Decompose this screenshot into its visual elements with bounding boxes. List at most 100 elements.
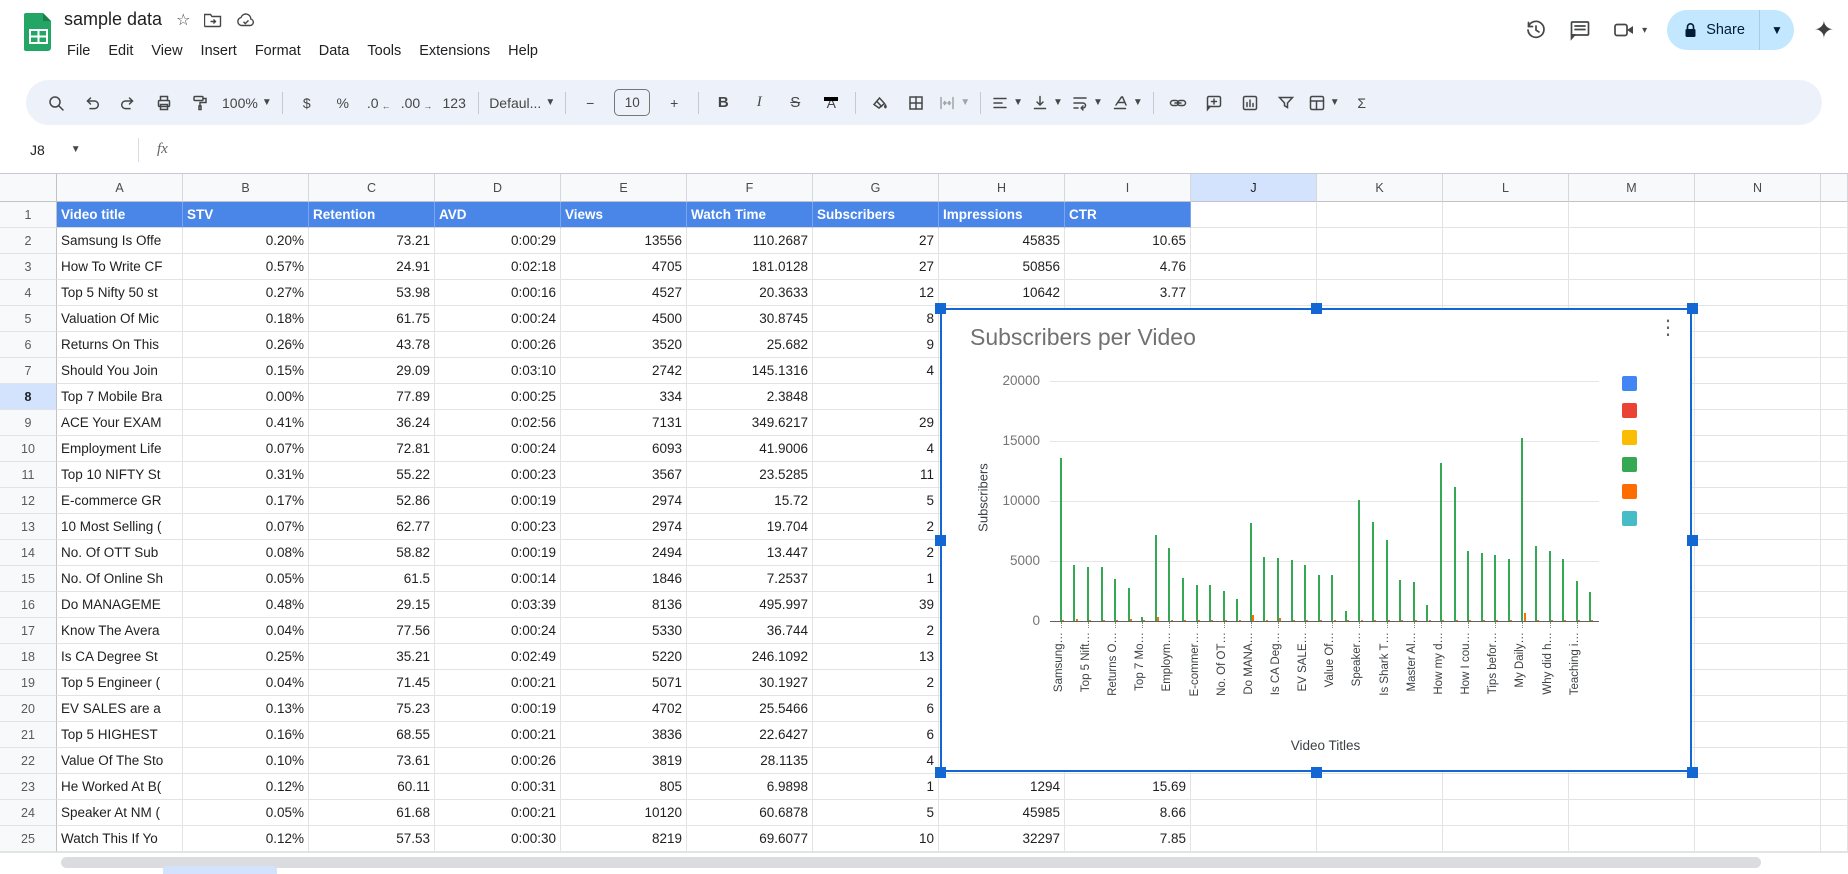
cell[interactable]: 72.81	[309, 436, 435, 462]
cell[interactable]	[1821, 488, 1848, 514]
paint-format-icon[interactable]	[182, 88, 218, 118]
insert-comment-button[interactable]	[1196, 88, 1232, 118]
column-header-N[interactable]: N	[1695, 174, 1821, 202]
menu-extensions[interactable]: Extensions	[410, 38, 499, 64]
cell[interactable]: 0.41%	[183, 410, 309, 436]
cell[interactable]: Should You Join	[57, 358, 183, 384]
cell[interactable]	[1821, 774, 1848, 800]
video-call-icon[interactable]: ▾	[1612, 18, 1647, 42]
row-number[interactable]: 4	[0, 280, 57, 306]
cell[interactable]: 12	[813, 280, 939, 306]
cell[interactable]	[1695, 436, 1821, 462]
cell[interactable]	[1821, 462, 1848, 488]
cell[interactable]	[1695, 670, 1821, 696]
cell[interactable]: 75.23	[309, 696, 435, 722]
cell[interactable]	[1821, 670, 1848, 696]
row-number[interactable]: 24	[0, 800, 57, 826]
cell[interactable]	[1317, 774, 1443, 800]
cell[interactable]: 43.78	[309, 332, 435, 358]
cell[interactable]: 32297	[939, 826, 1065, 852]
comments-icon[interactable]	[1568, 18, 1592, 42]
share-button[interactable]: Share ▼	[1667, 10, 1794, 50]
cell[interactable]: 45985	[939, 800, 1065, 826]
create-filter-button[interactable]	[1268, 88, 1304, 118]
chart-resize-handle[interactable]	[935, 303, 946, 314]
cell[interactable]	[1695, 540, 1821, 566]
cell[interactable]	[1821, 514, 1848, 540]
more-formats-button[interactable]: 123	[436, 88, 472, 118]
cell[interactable]: 68.55	[309, 722, 435, 748]
cell[interactable]	[1695, 202, 1821, 228]
cell[interactable]: 61.5	[309, 566, 435, 592]
cell[interactable]: 4.76	[1065, 254, 1191, 280]
cell[interactable]: 6	[813, 722, 939, 748]
header-cell[interactable]: Subscribers	[813, 202, 939, 228]
column-header-A[interactable]: A	[57, 174, 183, 202]
header-cell[interactable]: Retention	[309, 202, 435, 228]
column-header-B[interactable]: B	[183, 174, 309, 202]
cell[interactable]: 10 Most Selling (	[57, 514, 183, 540]
cell[interactable]: 145.1316	[687, 358, 813, 384]
cell[interactable]: 2	[813, 670, 939, 696]
cell[interactable]: 1294	[939, 774, 1065, 800]
cell[interactable]: EV SALES are a	[57, 696, 183, 722]
cell[interactable]: 0.04%	[183, 618, 309, 644]
functions-button[interactable]: Σ	[1344, 88, 1380, 118]
cell[interactable]: 2	[813, 540, 939, 566]
cell[interactable]	[1695, 748, 1821, 774]
cell[interactable]	[1317, 228, 1443, 254]
decrease-decimal-button[interactable]: .0←	[361, 88, 397, 118]
cell[interactable]: 6	[813, 696, 939, 722]
header-cell[interactable]: Video title	[57, 202, 183, 228]
cell[interactable]: Speaker At NM (	[57, 800, 183, 826]
cell[interactable]: 3836	[561, 722, 687, 748]
cell[interactable]: 45835	[939, 228, 1065, 254]
cell[interactable]	[1317, 280, 1443, 306]
cell[interactable]: 495.997	[687, 592, 813, 618]
row-number[interactable]: 5	[0, 306, 57, 332]
cell[interactable]: He Worked At B(	[57, 774, 183, 800]
cell[interactable]	[1821, 618, 1848, 644]
cell[interactable]: Watch This If Yo	[57, 826, 183, 852]
cell[interactable]	[1569, 202, 1695, 228]
cell[interactable]	[1695, 384, 1821, 410]
cell[interactable]: Valuation Of Mic	[57, 306, 183, 332]
cell[interactable]: 0:03:10	[435, 358, 561, 384]
cell[interactable]	[1695, 358, 1821, 384]
cell[interactable]: 69.6077	[687, 826, 813, 852]
column-header-G[interactable]: G	[813, 174, 939, 202]
select-all-corner[interactable]	[0, 174, 57, 202]
cell[interactable]: Top 10 NIFTY St	[57, 462, 183, 488]
cell[interactable]	[1695, 228, 1821, 254]
merge-cells-button[interactable]: ▼	[934, 88, 974, 118]
cell[interactable]: 334	[561, 384, 687, 410]
header-cell[interactable]: Watch Time	[687, 202, 813, 228]
chart-resize-handle[interactable]	[1687, 767, 1698, 778]
column-header-C[interactable]: C	[309, 174, 435, 202]
cell[interactable]: 0:00:31	[435, 774, 561, 800]
cell[interactable]: 2.3848	[687, 384, 813, 410]
cell[interactable]	[1821, 566, 1848, 592]
cell[interactable]: 5071	[561, 670, 687, 696]
cell[interactable]: 0:00:26	[435, 332, 561, 358]
cell[interactable]: ACE Your EXAM	[57, 410, 183, 436]
cell[interactable]: 2974	[561, 488, 687, 514]
cell[interactable]: E-commerce GR	[57, 488, 183, 514]
row-number[interactable]: 19	[0, 670, 57, 696]
cell[interactable]: 13556	[561, 228, 687, 254]
search-icon[interactable]	[38, 88, 74, 118]
cell[interactable]: 52.86	[309, 488, 435, 514]
column-header-F[interactable]: F	[687, 174, 813, 202]
cell[interactable]	[1443, 800, 1569, 826]
cell[interactable]: 5220	[561, 644, 687, 670]
cell[interactable]: Top 5 HIGHEST	[57, 722, 183, 748]
cell[interactable]: 60.6878	[687, 800, 813, 826]
cell[interactable]	[1821, 332, 1848, 358]
sheet-tab-stub[interactable]	[163, 866, 277, 874]
cell[interactable]: 57.53	[309, 826, 435, 852]
cell[interactable]: 8219	[561, 826, 687, 852]
cell[interactable]: 7.2537	[687, 566, 813, 592]
cell[interactable]: 0:02:49	[435, 644, 561, 670]
cell[interactable]: 0:00:19	[435, 488, 561, 514]
row-number[interactable]: 21	[0, 722, 57, 748]
